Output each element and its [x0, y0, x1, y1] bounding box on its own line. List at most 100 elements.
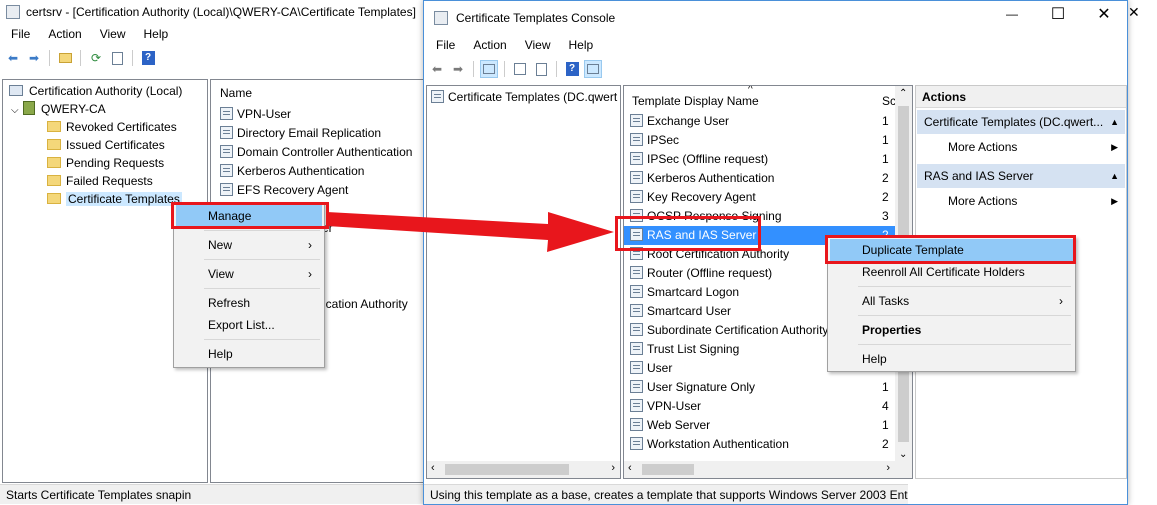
template-name: Smartcard User: [647, 304, 732, 318]
tree-item-revoked[interactable]: Revoked Certificates: [47, 118, 177, 137]
scroll-thumb[interactable]: [445, 464, 569, 475]
list-item[interactable]: EFS Recovery Agent: [220, 181, 348, 200]
template-row[interactable]: IPSec (Offline request) 1: [624, 150, 895, 169]
help-icon[interactable]: ?: [563, 60, 581, 78]
certsrv-close-icon[interactable]: ✕: [1128, 4, 1140, 21]
forward-arrow-icon[interactable]: ➡: [449, 60, 467, 78]
minimize-icon[interactable]: —: [1002, 5, 1022, 23]
console-menu-action[interactable]: Action: [464, 38, 515, 52]
template-row[interactable]: Web Server 1: [624, 416, 895, 435]
template-icon: [630, 323, 643, 336]
template-row[interactable]: Exchange User 1: [624, 112, 895, 131]
template-row[interactable]: IPSec 1: [624, 131, 895, 150]
template-row[interactable]: User Signature Only 1: [624, 378, 895, 397]
column-header-name[interactable]: Name: [220, 82, 252, 104]
export-icon[interactable]: [532, 60, 550, 78]
certsrv-menu-file[interactable]: File: [2, 27, 39, 41]
scroll-up-icon[interactable]: ⌃: [899, 88, 907, 99]
chevron-down-icon[interactable]: ⌵: [11, 101, 23, 120]
console-menu-help[interactable]: Help: [560, 38, 603, 52]
scroll-right-icon[interactable]: ›: [611, 462, 615, 474]
show-action-pane-icon[interactable]: [584, 60, 602, 78]
template-schema: 2: [882, 190, 889, 204]
menu-item-help[interactable]: Help: [830, 348, 1073, 370]
list-item-partial[interactable]: ification Authority: [317, 295, 408, 314]
export-icon[interactable]: [108, 49, 126, 67]
submenu-arrow-icon: ›: [308, 238, 312, 252]
tree-horizontal-scrollbar[interactable]: ‹ ›: [427, 461, 620, 478]
certsrv-menu-action[interactable]: Action: [39, 27, 90, 41]
template-name: Subordinate Certification Authority: [647, 323, 829, 337]
template-schema: 1: [882, 114, 889, 128]
scroll-left-icon[interactable]: ‹: [628, 462, 632, 474]
tree-item-issued[interactable]: Issued Certificates: [47, 136, 165, 155]
list-item[interactable]: Domain Controller Authentication: [220, 143, 412, 162]
template-row[interactable]: Kerberos Authentication 2: [624, 169, 895, 188]
tree-item-pending[interactable]: Pending Requests: [47, 154, 164, 173]
back-arrow-icon[interactable]: ⬅: [428, 60, 446, 78]
show-tree-icon[interactable]: [480, 60, 498, 78]
toolbar-separator: [80, 50, 81, 66]
template-icon: [630, 190, 643, 203]
help-icon[interactable]: ?: [139, 49, 157, 67]
menu-item-refresh[interactable]: Refresh: [176, 292, 322, 314]
menu-item-all-tasks[interactable]: All Tasks ›: [830, 290, 1073, 312]
highlight-box-ras-ias: [615, 216, 761, 251]
tree-item-certificate-templates-dc[interactable]: Certificate Templates (DC.qwert: [431, 88, 617, 107]
menu-item-properties[interactable]: Properties: [830, 319, 1073, 341]
console-menu-view[interactable]: View: [516, 38, 560, 52]
actions-section-ras-ias[interactable]: RAS and IAS Server ▲: [917, 164, 1125, 188]
menu-item-view[interactable]: View ›: [176, 263, 322, 285]
toolbar-separator: [132, 50, 133, 66]
menu-separator: [204, 230, 320, 231]
tree-item-failed[interactable]: Failed Requests: [47, 172, 153, 191]
actions-section-certificate-templates[interactable]: Certificate Templates (DC.qwert... ▲: [917, 110, 1125, 134]
back-arrow-icon[interactable]: ⬅: [4, 49, 22, 67]
scroll-left-icon[interactable]: ‹: [431, 462, 435, 474]
list-item[interactable]: Kerberos Authentication: [220, 162, 364, 181]
collapse-up-icon[interactable]: ▲: [1110, 164, 1119, 188]
menu-item-reenroll[interactable]: Reenroll All Certificate Holders: [830, 261, 1073, 283]
scroll-thumb[interactable]: [642, 464, 694, 475]
template-icon: [630, 285, 643, 298]
template-row[interactable]: Workstation Authentication 2: [624, 435, 895, 454]
template-icon: [630, 361, 643, 374]
template-icon: [220, 183, 233, 196]
tree-item-ca-local[interactable]: Certification Authority (Local): [9, 82, 182, 101]
template-name: User Signature Only: [647, 380, 756, 394]
list-item[interactable]: VPN-User: [220, 105, 291, 124]
template-row[interactable]: VPN-User 4: [624, 397, 895, 416]
console-menu-file[interactable]: File: [427, 38, 464, 52]
maximize-icon[interactable]: ☐: [1048, 5, 1068, 23]
folder-icon: [47, 139, 61, 150]
up-folder-icon[interactable]: [56, 49, 74, 67]
toolbar-separator: [473, 61, 474, 77]
tree-item-certificate-templates[interactable]: Certificate Templates: [47, 190, 182, 209]
column-header-schema[interactable]: Sc: [882, 90, 896, 112]
scroll-right-icon[interactable]: ›: [886, 462, 890, 474]
folder-icon: [47, 121, 61, 132]
actions-more-actions-1[interactable]: More Actions ▶: [916, 136, 1124, 158]
properties-icon[interactable]: [511, 60, 529, 78]
close-icon[interactable]: ✕: [1094, 5, 1114, 23]
collapse-up-icon[interactable]: ▲: [1110, 110, 1119, 134]
template-name: Exchange User: [647, 114, 730, 128]
menu-item-new[interactable]: New ›: [176, 234, 322, 256]
console-statusbar: Using this template as a base, creates a…: [424, 484, 908, 504]
template-icon: [220, 126, 233, 139]
refresh-icon[interactable]: ⟳: [87, 49, 105, 67]
actions-more-actions-2[interactable]: More Actions ▶: [916, 190, 1124, 212]
certsrv-menu-view[interactable]: View: [91, 27, 135, 41]
forward-arrow-icon[interactable]: ➡: [25, 49, 43, 67]
actions-header: Actions: [916, 86, 1126, 108]
scroll-down-icon[interactable]: ⌄: [899, 449, 907, 460]
tree-item-qwery-ca[interactable]: ⌵ QWERY-CA: [11, 100, 106, 119]
template-row[interactable]: Key Recovery Agent 2: [624, 188, 895, 207]
list-item[interactable]: Directory Email Replication: [220, 124, 381, 143]
list-horizontal-scrollbar[interactable]: ‹ ›: [624, 461, 912, 478]
column-header-template-display-name[interactable]: Template Display Name: [632, 90, 759, 112]
arrow-right-icon: ▶: [1111, 196, 1118, 206]
menu-item-export-list[interactable]: Export List...: [176, 314, 322, 336]
menu-item-help[interactable]: Help: [176, 343, 322, 365]
certsrv-menu-help[interactable]: Help: [135, 27, 178, 41]
